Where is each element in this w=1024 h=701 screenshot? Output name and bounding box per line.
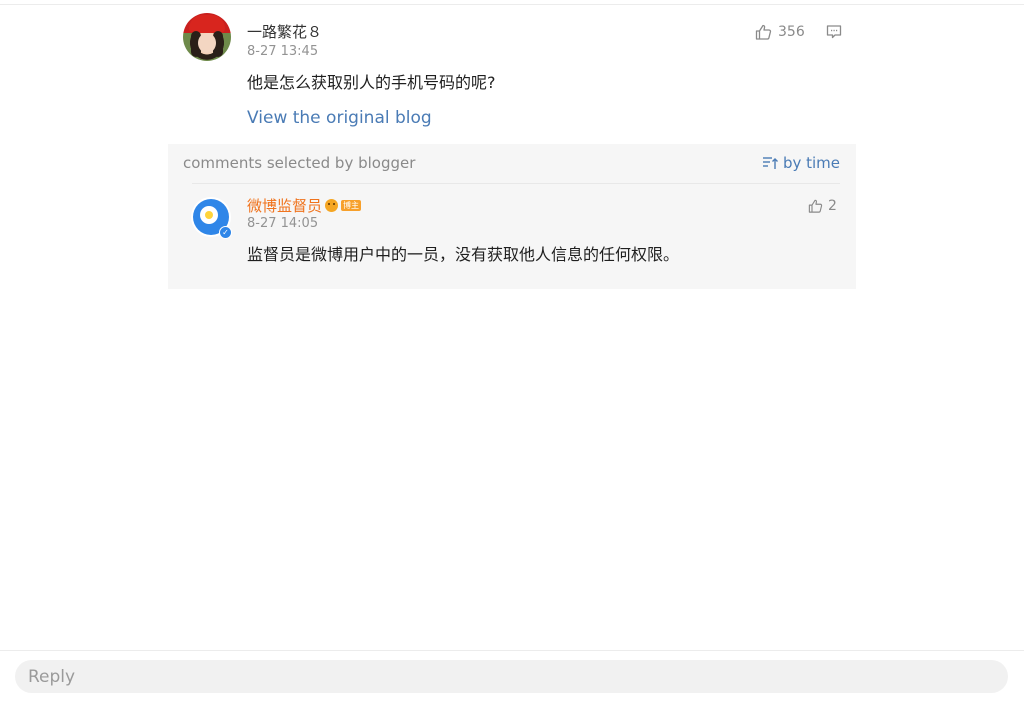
panel-divider <box>192 183 840 184</box>
bottom-divider <box>0 650 1024 651</box>
reply-like-count: 2 <box>828 198 837 214</box>
verified-badge-icon: ✓ <box>219 226 232 239</box>
reply-like-button[interactable]: 2 <box>808 198 837 214</box>
comment-username[interactable]: 一路繁花８ <box>247 21 322 42</box>
sort-label: by time <box>782 154 840 172</box>
sort-icon <box>762 157 778 169</box>
user-avatar[interactable] <box>183 13 231 61</box>
comment-reply-icon[interactable] <box>826 24 842 40</box>
reply-avatar[interactable]: ✓ <box>191 197 232 239</box>
comment-page: 一路繁花８ 8-27 13:45 他是怎么获取别人的手机号码的呢? View t… <box>0 0 1024 701</box>
sort-by-time-button[interactable]: by time <box>762 154 840 172</box>
reply-text: 监督员是微博用户中的一员，没有获取他人信息的任何权限。 <box>247 245 680 264</box>
comment-like-count: 356 <box>778 24 805 40</box>
avatar-face <box>198 33 216 53</box>
comment-like-button[interactable]: 356 <box>755 23 805 41</box>
reply-input[interactable] <box>15 660 1008 693</box>
thumbs-up-icon <box>755 24 772 40</box>
thumbs-up-icon <box>808 199 823 213</box>
top-divider <box>0 0 1024 5</box>
emoji-badge-icon <box>325 199 339 212</box>
reply-username-row: 微博监督员 博主 <box>247 195 362 216</box>
avatar-dot <box>205 211 213 219</box>
blogger-tag: 博主 <box>341 200 362 211</box>
reply-timestamp: 8-27 14:05 <box>247 216 319 231</box>
blogger-selected-comments-panel: comments selected by blogger by time ✓ 微… <box>168 144 856 289</box>
reply-username[interactable]: 微博监督员 <box>247 195 322 216</box>
comment-text: 他是怎么获取别人的手机号码的呢? <box>247 73 496 92</box>
comment-timestamp: 8-27 13:45 <box>247 44 319 59</box>
panel-title: comments selected by blogger <box>183 154 416 172</box>
view-original-blog-link[interactable]: View the original blog <box>247 108 432 128</box>
